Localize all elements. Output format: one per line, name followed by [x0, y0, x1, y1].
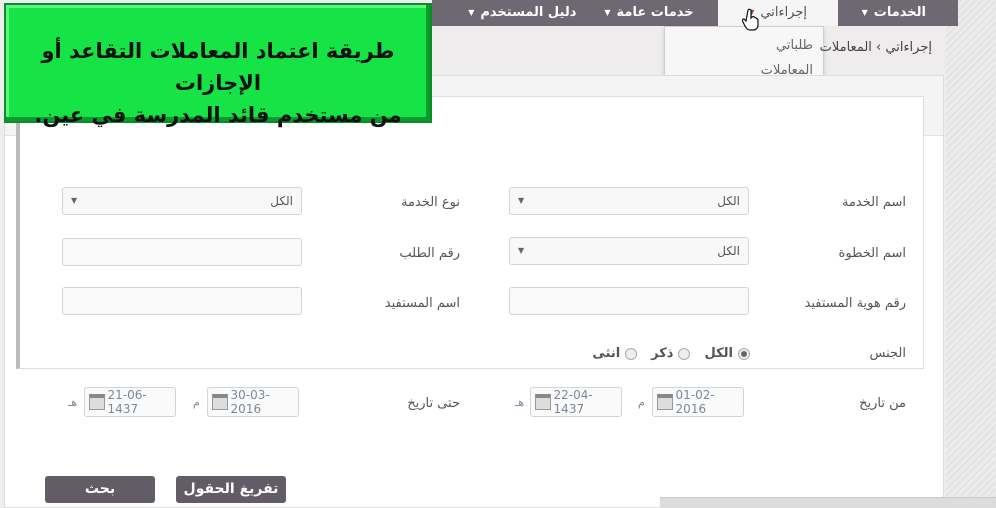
gender-female-radio[interactable]: انثى [592, 346, 638, 361]
gender-all-radio[interactable]: الكل [704, 346, 750, 361]
from-date-hijri-value: 22-04-1437 [553, 388, 593, 416]
callout-line-1: طريقة اعتماد المعاملات التقاعد أو الإجاز… [41, 39, 395, 95]
nav-user-guide-label: دليل المستخدم [480, 5, 577, 20]
service-name-label: اسم الخدمة [841, 195, 906, 210]
caret-down-icon: ▼ [518, 246, 525, 255]
callout-line-2: من مستخدم قائد المدرسة في عين. [34, 103, 402, 127]
service-type-value: الكل [270, 194, 293, 208]
top-navbar: الخدمات ▼ إجراءاتي ▼ خدمات عامة ▼ دليل ا… [432, 0, 958, 26]
nav-user-guide[interactable]: دليل المستخدم ▼ [454, 0, 590, 26]
clear-fields-button[interactable]: تفريغ الحقول [176, 476, 286, 503]
hijri-suffix: هـ [515, 396, 525, 409]
to-date-hijri-input[interactable]: 21-06-1437 [84, 387, 176, 417]
step-name-select[interactable]: الكل ▼ [509, 237, 749, 265]
nav-services-label: الخدمات [873, 5, 926, 20]
gregorian-suffix: م [638, 396, 645, 409]
beneficiary-id-input[interactable] [509, 287, 749, 315]
calendar-icon [212, 394, 228, 410]
step-name-label: اسم الخطوة [838, 246, 906, 261]
nav-general-services-label: خدمات عامة [616, 5, 694, 20]
gender-label: الجنس [869, 346, 906, 361]
from-date-gregorian-value: 01-02-2016 [675, 388, 715, 416]
nav-general-services[interactable]: خدمات عامة ▼ [590, 0, 707, 26]
gender-all-label: الكل [704, 346, 733, 361]
gender-radio-group: الكل ذكر انثى [592, 346, 750, 361]
service-type-select[interactable]: الكل ▼ [62, 187, 302, 215]
caret-down-icon: ▼ [518, 196, 525, 205]
calendar-icon [535, 394, 551, 410]
radio-icon [625, 347, 638, 360]
from-date-hijri-input[interactable]: 22-04-1437 [530, 387, 622, 417]
from-date-label: من تاريخ [859, 396, 906, 411]
to-date-hijri-value: 21-06-1437 [107, 388, 147, 416]
request-no-label: رقم الطلب [399, 246, 460, 261]
to-date-gregorian-input[interactable]: 30-03-2016 [207, 387, 299, 417]
calendar-icon [89, 394, 105, 410]
search-button[interactable]: بحث [45, 476, 155, 503]
right-stripe [946, 0, 996, 508]
step-name-value: الكل [717, 244, 740, 258]
service-name-select[interactable]: الكل ▼ [509, 187, 749, 215]
beneficiary-name-label: اسم المستفيد [384, 296, 460, 311]
beneficiary-name-input[interactable] [62, 287, 302, 315]
status-bar [660, 497, 996, 508]
gender-male-label: ذكر [651, 346, 674, 361]
to-date-label: حتى تاريخ [407, 396, 460, 411]
caret-down-icon: ▼ [604, 8, 611, 17]
caret-down-icon: ▼ [861, 8, 868, 17]
hijri-suffix: هـ [68, 396, 78, 409]
gender-female-label: انثى [592, 346, 621, 361]
to-date-gregorian-value: 30-03-2016 [230, 388, 270, 416]
hand-pointer-icon [742, 8, 759, 31]
caret-down-icon: ▼ [71, 196, 78, 205]
nav-my-procedures-label: إجراءاتي [760, 5, 808, 20]
beneficiary-id-label: رقم هوية المستفيد [804, 296, 907, 311]
service-name-value: الكل [717, 194, 740, 208]
caret-down-icon: ▼ [468, 8, 475, 17]
gender-male-radio[interactable]: ذكر [651, 346, 691, 361]
nav-services[interactable]: الخدمات ▼ [848, 0, 940, 26]
calendar-icon [657, 394, 673, 410]
search-criteria-box [16, 96, 924, 369]
instruction-callout: طريقة اعتماد المعاملات التقاعد أو الإجاز… [4, 3, 432, 127]
nav-my-procedures[interactable]: إجراءاتي ▼ [717, 0, 838, 26]
breadcrumb: إجراءاتي › المعاملات [819, 40, 932, 55]
service-type-label: نوع الخدمة [401, 195, 460, 210]
radio-icon [678, 347, 691, 360]
from-date-gregorian-input[interactable]: 01-02-2016 [652, 387, 744, 417]
request-no-input[interactable] [62, 238, 302, 266]
radio-selected-icon [738, 347, 750, 360]
gregorian-suffix: م [193, 396, 200, 409]
